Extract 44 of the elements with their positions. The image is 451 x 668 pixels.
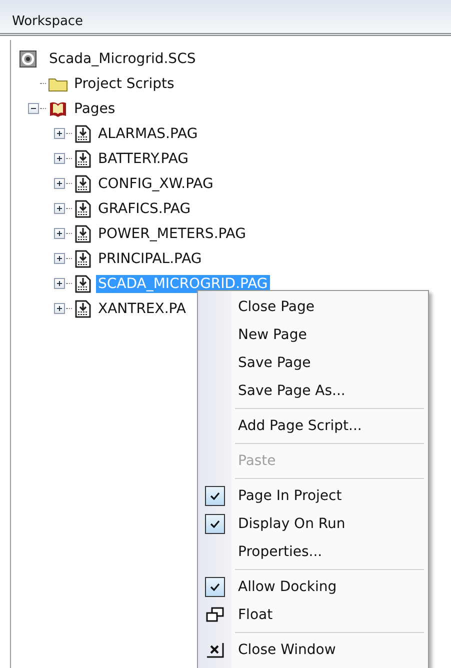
menu-item[interactable]: New Page [198, 321, 428, 349]
page-icon [74, 174, 92, 192]
page-icon [74, 150, 92, 168]
page-icon [74, 224, 92, 242]
expand-toggle[interactable] [54, 153, 64, 164]
expand-toggle[interactable] [54, 303, 64, 314]
page-icon [74, 300, 92, 318]
menu-item[interactable]: Add Page Script... [198, 412, 428, 440]
tree-item[interactable]: XANTREX.PA [96, 300, 188, 318]
tree-item[interactable]: PRINCIPAL.PAG [96, 250, 204, 268]
menu-item[interactable]: Float [198, 601, 428, 629]
book-icon [48, 100, 68, 118]
page-icon [74, 124, 92, 142]
project-icon [19, 50, 37, 68]
tree-item[interactable]: BATTERY.PAG [96, 150, 191, 168]
tree-item[interactable]: Pages [72, 100, 118, 118]
tree-item[interactable]: CONFIG_XW.PAG [96, 174, 216, 192]
expand-toggle[interactable] [54, 278, 64, 289]
menu-item[interactable]: Display On Run [198, 510, 428, 538]
panel-title: Workspace [12, 14, 84, 29]
expand-toggle[interactable] [54, 253, 64, 264]
expand-toggle[interactable] [54, 178, 64, 189]
menu-item[interactable]: Allow Docking [198, 573, 428, 601]
folder-icon [48, 76, 68, 92]
menu-item[interactable]: Save Page As... [198, 377, 428, 405]
expand-toggle[interactable] [28, 103, 38, 114]
tree-item[interactable]: POWER_METERS.PAG [96, 224, 248, 242]
page-icon [74, 200, 92, 218]
close-icon [206, 642, 224, 658]
tree-item[interactable]: Project Scripts [72, 74, 176, 92]
page-icon [74, 250, 92, 268]
expand-toggle[interactable] [54, 203, 64, 214]
menu-item[interactable]: Page In Project [198, 482, 428, 510]
page-icon [74, 274, 92, 292]
menu-item[interactable]: Properties... [198, 538, 428, 566]
tree-item[interactable]: Scada_Microgrid.SCS [47, 50, 198, 68]
menu-item[interactable]: Close Page [198, 293, 428, 321]
expand-toggle[interactable] [54, 228, 64, 239]
menu-item[interactable]: Close Window [198, 636, 428, 664]
expand-toggle[interactable] [54, 128, 64, 139]
menu-item[interactable]: Save Page [198, 349, 428, 377]
tree-item[interactable]: GRAFICS.PAG [96, 200, 193, 218]
windows-icon [206, 607, 224, 623]
tree-item[interactable]: ALARMAS.PAG [96, 124, 200, 142]
